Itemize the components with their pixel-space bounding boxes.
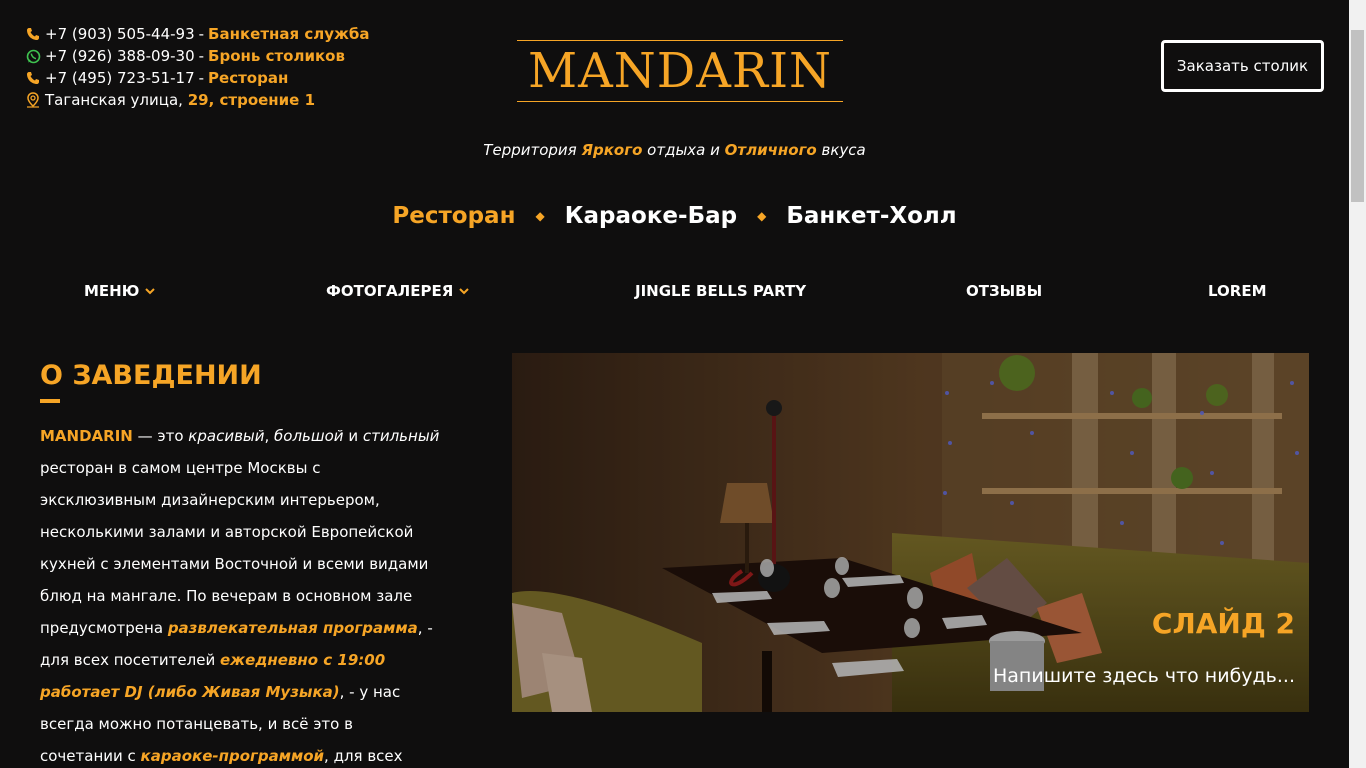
nav-item-jingle-bells-party[interactable]: JINGLE BELLS PARTY (635, 282, 806, 300)
contact-separator: - (198, 47, 205, 65)
diamond-separator-icon: ◆ (757, 209, 767, 223)
phone-icon (25, 70, 41, 86)
about-brand: MANDARIN (40, 427, 133, 445)
tagline-text: отдыха и (642, 141, 725, 159)
address-street: Таганская улица, (45, 91, 183, 109)
about-text-part: — это (132, 427, 189, 445)
chevron-down-icon (145, 284, 156, 298)
section-restaurant[interactable]: Ресторан (392, 203, 515, 229)
nav-item-label: ФОТОГАЛЕРЕЯ (326, 282, 454, 300)
section-switcher: Ресторан ◆ Караоке-Бар ◆ Банкет-Холл (0, 203, 1349, 229)
nav-item-photogallery[interactable]: ФОТОГАЛЕРЕЯ (326, 282, 469, 300)
about-title: О ЗАВЕДЕНИИ (40, 360, 262, 391)
contact-line[interactable]: +7 (903) 505-44-93 - Банкетная служба (25, 23, 370, 45)
contact-phone[interactable]: +7 (903) 505-44-93 (45, 23, 195, 45)
slide-title: СЛАЙД 2 (1151, 607, 1295, 640)
logo-text: MANDARIN (527, 43, 833, 99)
tagline-text: Территория (483, 141, 582, 159)
diamond-separator-icon: ◆ (535, 209, 545, 223)
contact-label: Ресторан (208, 69, 289, 87)
contact-separator: - (198, 25, 205, 43)
tagline-highlight: Яркого (581, 141, 643, 159)
logo-line-bottom (517, 101, 843, 102)
about-title-underline (40, 399, 60, 403)
tagline-text: вкуса (816, 141, 866, 159)
nav-item-label: ОТЗЫВЫ (966, 282, 1043, 300)
contact-label: Банкетная служба (208, 25, 370, 43)
about-text-emphasis: красивый (188, 427, 265, 445)
nav-item-menu[interactable]: МЕНЮ (84, 282, 156, 300)
phone-icon (25, 26, 41, 42)
map-pin-icon (25, 92, 41, 108)
nav-item-label: JINGLE BELLS PARTY (635, 282, 807, 300)
slide-caption: Напишите здесь что нибудь... (993, 665, 1295, 687)
contact-line[interactable]: +7 (495) 723-51-17 - Ресторан (25, 67, 370, 89)
nav-item-label: LOREM (1208, 282, 1267, 300)
about-text-highlight: развлекательная программа (167, 619, 418, 637)
contact-label: Бронь столиков (208, 47, 345, 65)
nav-item-reviews[interactable]: ОТЗЫВЫ (966, 282, 1042, 300)
site-logo[interactable]: MANDARIN (517, 40, 843, 102)
logo-line-top (517, 40, 843, 41)
about-text-part: и (343, 427, 363, 445)
section-karaoke-bar[interactable]: Караоке-Бар (565, 203, 737, 229)
about-text: MANDARIN — это красивый, большой и стиль… (40, 420, 440, 768)
tagline-highlight: Отличного (724, 141, 817, 159)
about-text-part: , (264, 427, 275, 445)
about-text-part: ресторан в самом центре Москвы с эксклюз… (40, 459, 429, 637)
slide-photo (512, 353, 1309, 712)
contact-line[interactable]: +7 (926) 388-09-30 - Бронь столиков (25, 45, 370, 67)
address-line: Таганская улица, 29, строение 1 (25, 89, 370, 111)
about-text-emphasis: большой (274, 427, 344, 445)
nav-item-label: МЕНЮ (84, 282, 140, 300)
address-building: 29, строение 1 (187, 91, 316, 109)
whatsapp-icon (25, 48, 41, 64)
chevron-down-icon (459, 284, 469, 298)
image-slider[interactable]: СЛАЙД 2 Напишите здесь что нибудь... (512, 353, 1309, 712)
main-nav: МЕНЮ ФОТОГАЛЕРЕЯ JINGLE BELLS PARTY ОТЗЫ… (0, 282, 1349, 306)
about-text-highlight: караоке-программой (140, 747, 325, 765)
contact-phone[interactable]: +7 (926) 388-09-30 (45, 45, 195, 67)
reserve-table-button[interactable]: Заказать столик (1161, 40, 1324, 92)
contacts-block: +7 (903) 505-44-93 - Банкетная служба +7… (25, 23, 370, 111)
section-banquet-hall[interactable]: Банкет-Холл (786, 203, 956, 229)
contact-separator: - (198, 69, 205, 87)
tagline: Территория Яркого отдыха и Отличного вку… (0, 141, 1349, 159)
contact-phone[interactable]: +7 (495) 723-51-17 (45, 67, 195, 89)
nav-item-lorem[interactable]: LOREM (1208, 282, 1267, 300)
about-text-emphasis: стильный (362, 427, 440, 445)
scrollbar-thumb[interactable] (1351, 30, 1364, 202)
page-scrollbar[interactable] (1349, 0, 1366, 768)
